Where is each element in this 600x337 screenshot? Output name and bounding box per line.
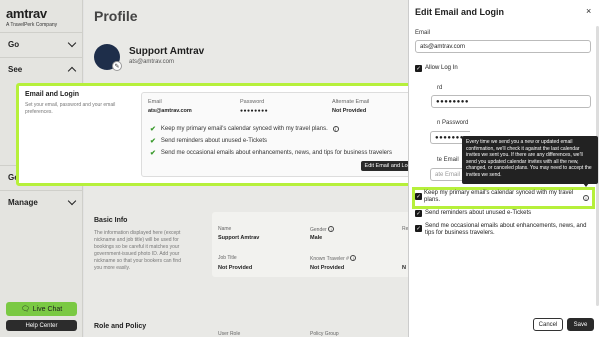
password-field-label: rd [437,85,443,91]
field-label: Job Title [218,255,237,261]
nav-go[interactable]: Go [0,32,83,56]
chat-icon: 🗨 [20,306,30,313]
alt-email-value: Not Provided [332,108,367,114]
edit-avatar-icon[interactable]: ✎ [112,61,122,71]
field-label: Gender i [310,226,335,233]
pref-tickets-label: Send reminders about unused e-Tickets [425,210,532,216]
alt-email-field-label: te Email [437,157,459,163]
save-button[interactable]: Save [567,318,594,331]
live-chat-button[interactable]: 🗨 Live Chat [6,302,77,316]
pref-calendar-checkbox[interactable]: ✓ [415,193,422,200]
pref-calendar-label: Keep my primary email's calendar synced … [160,126,328,132]
check-icon: ✔ [150,138,156,145]
check-icon: ✔ [150,126,156,133]
profile-email: ats@amtrav.com [129,59,174,65]
user-role-label: User Role [218,331,241,337]
nav-manage[interactable]: Manage [0,190,83,214]
email-login-title: Email and Login [25,91,80,98]
email-value: ats@amtrav.com [148,108,192,114]
field-value: N [402,265,406,271]
role-policy-title: Role and Policy [94,323,147,330]
pref-tickets-checkbox[interactable]: ✓ [415,210,422,217]
pref-news: ✔ Send me occasional emails about enhanc… [150,149,392,157]
help-center-button[interactable]: Help Center [6,320,77,331]
nav-manage-label: Manage [8,198,38,207]
nav-see-label: See [8,65,23,74]
field-value: Male [310,235,323,241]
pref-calendar-sync: ✔ Keep my primary email's calendar synce… [150,125,339,133]
field-label: Name [218,226,232,232]
allow-login-label: Allow Log In [425,65,458,71]
pref-calendar-label-highlighted: Keep my primary email's calendar synced … [424,190,574,203]
calendar-sync-tooltip: Every time we send you a new or updated … [462,136,598,184]
cancel-button[interactable]: Cancel [533,318,563,331]
password-field[interactable]: ●●●●●●●● [431,95,591,108]
check-icon: ✔ [150,150,156,157]
field-value: Not Provided [218,265,253,271]
basic-info-description: The information displayed here (except n… [94,230,181,271]
profile-name: Support Amtrav [129,46,205,57]
allow-login-checkbox[interactable]: ✓ [415,65,422,72]
email-label: Email [148,99,162,105]
field-value: Support Amtrav [218,235,260,241]
pref-news-label: Send me occasional emails about enhancem… [160,150,393,156]
nav-go-label: Go [8,40,20,49]
panel-title: Edit Email and Login [415,7,505,17]
chevron-down-icon [67,38,77,48]
info-icon: i [328,226,335,232]
help-center-label: Help Center [25,322,58,329]
brand-logo[interactable]: amtrav A TravelPerk Company [6,6,57,28]
brand-name: amtrav [6,6,47,21]
field-label: Known Traveler # i [310,255,357,262]
info-icon: i [350,255,357,261]
info-icon[interactable]: i [332,126,339,132]
email-login-details: Email ats@amtrav.com Password ●●●●●●●● A… [141,92,425,177]
email-field[interactable]: ats@amtrav.com [415,40,591,53]
info-icon[interactable]: i [583,195,589,201]
nav-see[interactable]: See [0,57,83,81]
tooltip-arrow [583,183,589,187]
page-title: Profile [94,8,138,24]
field-value: Not Provided [310,265,345,271]
live-chat-label: Live Chat [32,305,63,313]
pref-tickets: ✔ Send reminders about unused e-Tickets [150,137,267,145]
pref-news-checkbox[interactable]: ✓ [415,225,422,232]
close-icon[interactable]: × [586,6,591,16]
password-label: Password [240,99,265,105]
alt-email-label: Alternate Email [332,99,370,105]
confirm-password-label: n Password [437,120,469,126]
email-field-label: Email [415,30,431,36]
brand-tagline: A TravelPerk Company [6,22,58,28]
email-login-description: Set your email, password and your email … [25,102,116,115]
password-value: ●●●●●●●● [240,108,269,114]
chevron-up-icon [67,66,77,76]
chevron-down-icon [67,196,77,206]
pref-tickets-label: Send reminders about unused e-Tickets [160,138,268,144]
policy-group-label: Policy Group [310,331,339,337]
basic-info-card: Name Support Amtrav Gender i Male Job Ti… [212,212,414,277]
email-login-card: Email and Login Set your email, password… [16,83,430,186]
pref-news-label: Send me occasional emails about enhancem… [425,223,587,236]
basic-info-title: Basic Info [94,217,128,224]
